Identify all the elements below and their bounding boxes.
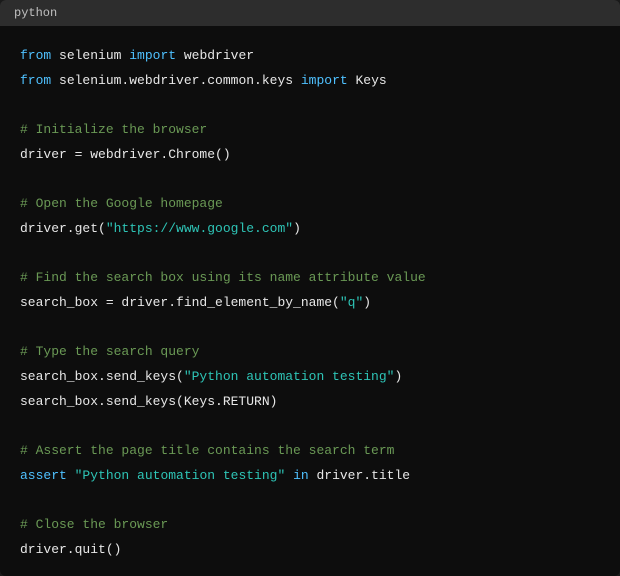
comment: # Open the Google homepage [20, 196, 223, 211]
code-line: ) [394, 369, 402, 384]
keyword-in: in [285, 468, 308, 483]
code-line: driver = webdriver.Chrome() [20, 147, 231, 162]
comment: # Assert the page title contains the sea… [20, 443, 394, 458]
comment: # Type the search query [20, 344, 199, 359]
keyword-from: from [20, 73, 51, 88]
string: "q" [340, 295, 363, 310]
code-line: search_box = driver.find_element_by_name… [20, 295, 340, 310]
module: Keys [348, 73, 387, 88]
code-line: driver.title [309, 468, 410, 483]
code-line: ) [293, 221, 301, 236]
code-line: driver.get( [20, 221, 106, 236]
comment: # Initialize the browser [20, 122, 207, 137]
code-line: driver.quit() [20, 542, 121, 557]
string: "Python automation testing" [75, 468, 286, 483]
comment: # Close the browser [20, 517, 168, 532]
module: selenium.webdriver.common.keys [51, 73, 301, 88]
space [67, 468, 75, 483]
code-header: python [0, 0, 620, 26]
language-label: python [14, 6, 57, 20]
code-body[interactable]: from selenium import webdriver from sele… [0, 26, 620, 576]
string: "https://www.google.com" [106, 221, 293, 236]
code-line: ) [363, 295, 371, 310]
keyword-import: import [129, 48, 176, 63]
module: webdriver [176, 48, 254, 63]
comment: # Find the search box using its name att… [20, 270, 426, 285]
keyword-assert: assert [20, 468, 67, 483]
code-line: search_box.send_keys( [20, 369, 184, 384]
keyword-import: import [301, 73, 348, 88]
string: "Python automation testing" [184, 369, 395, 384]
module: selenium [51, 48, 129, 63]
code-block: python from selenium import webdriver fr… [0, 0, 620, 576]
code-line: search_box.send_keys(Keys.RETURN) [20, 394, 277, 409]
keyword-from: from [20, 48, 51, 63]
